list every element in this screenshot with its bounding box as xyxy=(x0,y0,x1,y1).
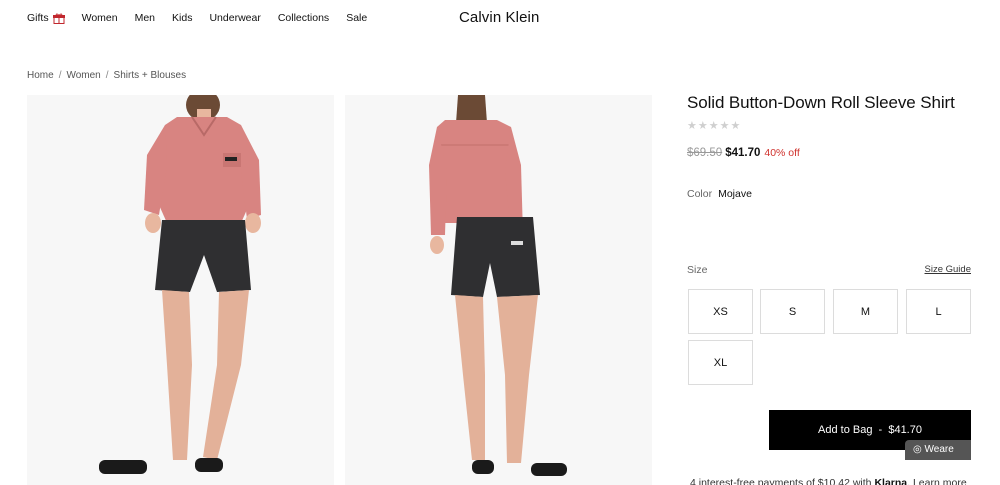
sale-price: $41.70 xyxy=(725,147,761,159)
nav-item-women[interactable]: Women xyxy=(82,12,118,24)
add-to-bag-label: Add to Bag - $41.70 xyxy=(818,424,922,436)
nav-item-collections[interactable]: Collections xyxy=(278,12,329,24)
nav-item-sale[interactable]: Sale xyxy=(346,12,367,24)
nav-item-gifts[interactable]: Gifts xyxy=(27,12,65,24)
klarna-text: 4 interest-free payments of $10.42 with xyxy=(690,477,872,485)
size-button-xl[interactable]: XL xyxy=(688,340,753,385)
size-button-xs[interactable]: XS xyxy=(688,289,753,334)
chat-label: Weare xyxy=(924,444,954,455)
klarna-learn-more-link[interactable]: Learn more xyxy=(913,477,967,485)
breadcrumb: Home / Women / Shirts + Blouses xyxy=(27,70,186,81)
star-icon: ★ xyxy=(730,120,741,132)
color-row: Color Mojave xyxy=(687,188,752,200)
size-button-l[interactable]: L xyxy=(906,289,971,334)
nav-item-underwear[interactable]: Underwear xyxy=(209,12,260,24)
star-icon: ★ xyxy=(708,120,719,132)
breadcrumb-shirts-blouses[interactable]: Shirts + Blouses xyxy=(114,70,187,81)
size-button-m[interactable]: M xyxy=(833,289,898,334)
color-label: Color xyxy=(687,188,713,200)
brand-logo[interactable]: Calvin Klein xyxy=(459,9,539,26)
nav-item-label: Gifts xyxy=(27,12,49,24)
breadcrumb-separator: / xyxy=(105,70,109,81)
size-label: Size xyxy=(687,264,708,276)
chat-icon: ◎ xyxy=(913,444,925,455)
top-nav: Gifts Women Men Kids Underwear Collectio… xyxy=(0,0,1000,40)
chat-widget-tab[interactable]: ◎ Weare xyxy=(905,440,971,460)
nav-links: Gifts Women Men Kids Underwear Collectio… xyxy=(27,12,384,24)
original-price: $69.50 xyxy=(687,147,723,159)
product-image-front[interactable] xyxy=(27,95,334,485)
star-icon: ★ xyxy=(687,120,697,132)
breadcrumb-home[interactable]: Home xyxy=(27,70,54,81)
star-icon: ★ xyxy=(697,120,708,132)
size-button-s[interactable]: S xyxy=(760,289,825,334)
star-icon: ★ xyxy=(719,120,730,132)
nav-item-kids[interactable]: Kids xyxy=(172,12,192,24)
discount-badge: 40% off xyxy=(764,147,800,159)
color-value: Mojave xyxy=(718,188,752,200)
product-title: Solid Button-Down Roll Sleeve Shirt xyxy=(687,93,955,112)
rating-stars[interactable]: ★ ★ ★ ★ ★ xyxy=(687,119,741,132)
gift-icon xyxy=(52,13,65,24)
product-image-back[interactable] xyxy=(345,95,652,485)
breadcrumb-separator: / xyxy=(58,70,62,81)
price-row: $69.50 $41.70 40% off xyxy=(687,147,800,159)
klarna-brand: Klarna xyxy=(874,477,908,485)
size-guide-link[interactable]: Size Guide xyxy=(925,264,971,275)
klarna-installments: 4 interest-free payments of $10.42 with … xyxy=(690,477,967,485)
breadcrumb-women[interactable]: Women xyxy=(66,70,100,81)
nav-item-men[interactable]: Men xyxy=(135,12,155,24)
